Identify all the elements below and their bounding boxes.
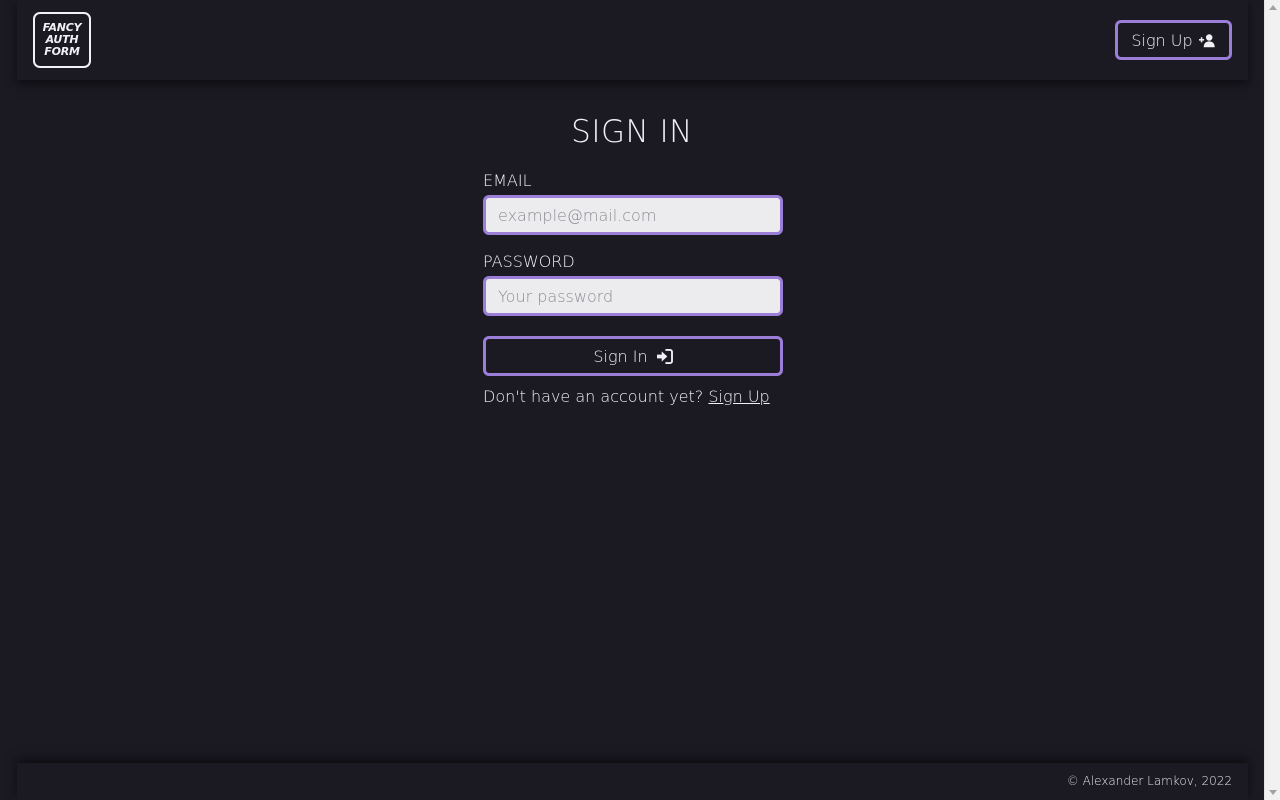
page-title: SIGN IN bbox=[571, 114, 693, 150]
header-sign-up-label: Sign Up bbox=[1131, 30, 1193, 50]
footer: © Alexander Lamkov, 2022 bbox=[17, 763, 1248, 800]
copyright-text: © Alexander Lamkov, 2022 bbox=[1066, 774, 1232, 788]
password-input[interactable] bbox=[483, 276, 783, 316]
top-navbar: FANCY AUTH FORM Sign Up bbox=[17, 0, 1248, 80]
password-field-group: PASSWORD bbox=[483, 251, 783, 316]
page: FANCY AUTH FORM Sign Up SIGN IN EMAIL PA… bbox=[0, 0, 1264, 800]
email-label: EMAIL bbox=[483, 171, 532, 190]
scroll-up-arrow-icon[interactable] bbox=[1269, 5, 1277, 10]
header-sign-up-button[interactable]: Sign Up bbox=[1115, 20, 1232, 60]
sign-in-label: Sign In bbox=[593, 346, 648, 366]
sign-in-button[interactable]: Sign In bbox=[483, 336, 783, 376]
email-field-group: EMAIL bbox=[483, 170, 783, 235]
user-plus-icon bbox=[1198, 33, 1215, 47]
password-label: PASSWORD bbox=[483, 252, 575, 271]
scroll-down-arrow-icon[interactable] bbox=[1269, 790, 1277, 795]
sign-up-link[interactable]: Sign Up bbox=[708, 387, 769, 406]
logo-line-3: FORM bbox=[44, 45, 80, 58]
vertical-scrollbar[interactable] bbox=[1264, 0, 1280, 800]
sign-in-icon bbox=[656, 348, 673, 364]
app-logo[interactable]: FANCY AUTH FORM bbox=[33, 12, 91, 68]
sign-up-prompt: Don't have an account yet? Sign Up bbox=[483, 387, 803, 406]
sign-up-prompt-text: Don't have an account yet? bbox=[483, 387, 704, 406]
email-input[interactable] bbox=[483, 195, 783, 235]
